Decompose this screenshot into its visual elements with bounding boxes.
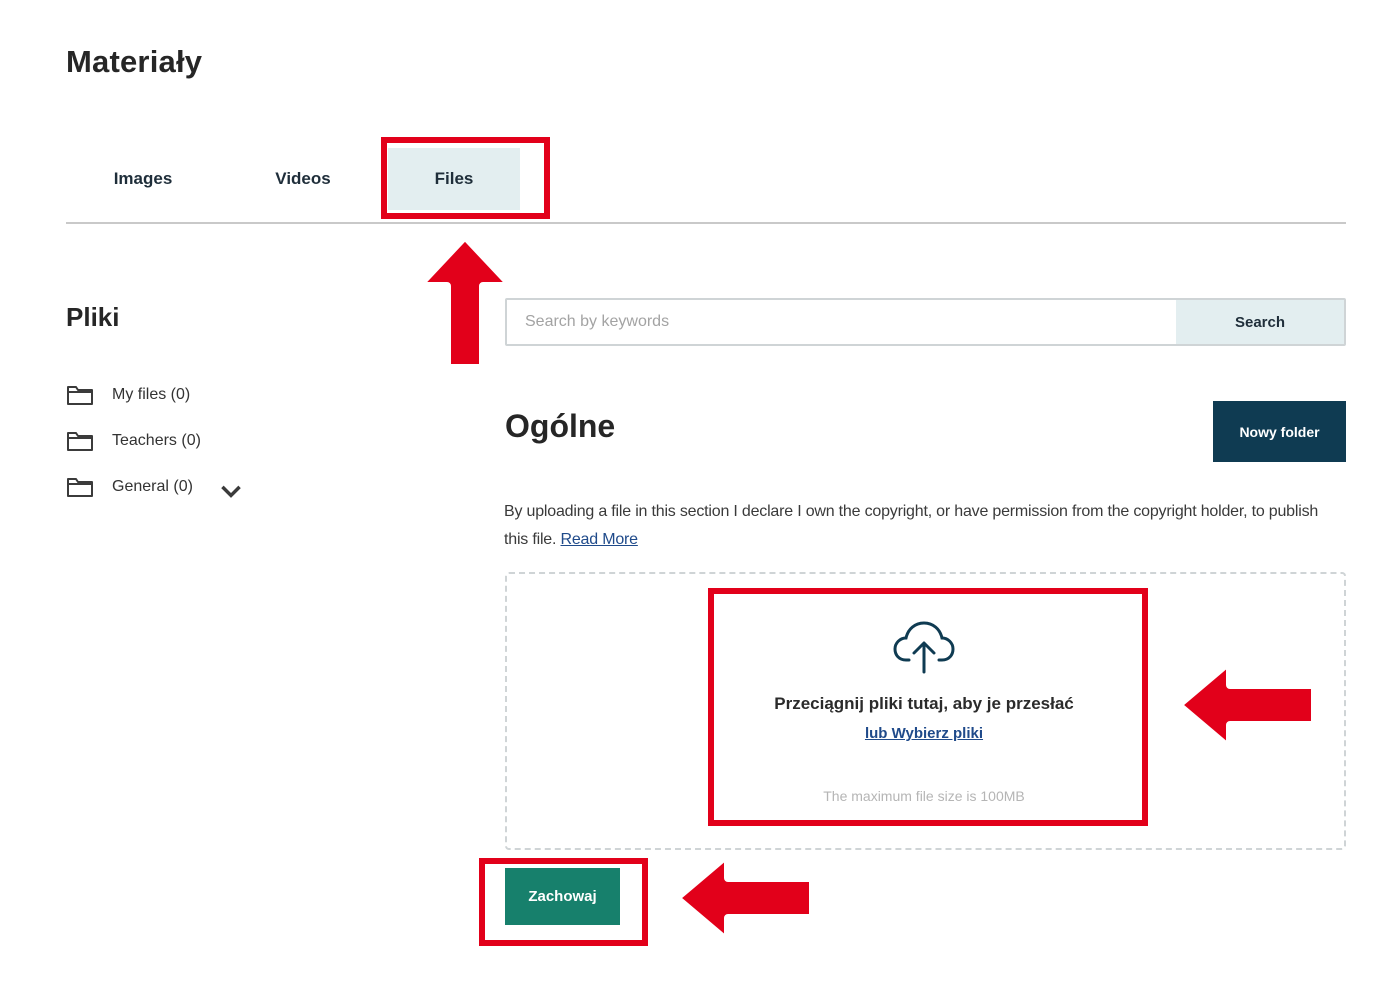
- sidebar-title: Pliki: [66, 302, 120, 332]
- tab-images[interactable]: Images: [78, 148, 208, 210]
- folder-item-teachers[interactable]: Teachers (0): [66, 418, 326, 464]
- folder-label: Teachers (0): [112, 432, 201, 449]
- arrow-left-icon: [672, 850, 817, 946]
- folder-list: My files (0) Teachers (0) General (0): [66, 372, 326, 510]
- search-bar: Search: [505, 298, 1346, 346]
- folder-item-general[interactable]: General (0): [66, 464, 326, 510]
- section-title: Ogólne: [505, 408, 616, 444]
- cloud-upload-icon: [893, 621, 955, 674]
- chevron-down-icon[interactable]: [217, 480, 241, 498]
- tab-videos[interactable]: Videos: [238, 148, 368, 210]
- folder-label: General (0): [112, 478, 193, 495]
- search-input[interactable]: [507, 300, 1176, 344]
- browse-files-link[interactable]: lub Wybierz pliki: [720, 725, 1128, 742]
- max-file-size-note: The maximum file size is 100MB: [823, 788, 1025, 804]
- copyright-notice: By uploading a file in this section I de…: [504, 498, 1344, 554]
- folder-icon: [67, 386, 93, 405]
- save-button[interactable]: Zachowaj: [505, 868, 620, 925]
- folder-icon: [67, 478, 93, 497]
- new-folder-button[interactable]: Nowy folder: [1213, 401, 1346, 462]
- folder-icon: [67, 432, 93, 451]
- arrow-up-icon: [414, 232, 516, 372]
- read-more-link[interactable]: Read More: [561, 531, 639, 548]
- media-tabs: Images Videos Files: [66, 140, 1346, 224]
- tab-files[interactable]: Files: [388, 148, 520, 210]
- folder-label: My files (0): [112, 386, 191, 403]
- dropzone-text: Przeciągnij pliki tutaj, aby je przesłać: [774, 694, 1074, 713]
- search-button[interactable]: Search: [1176, 300, 1344, 344]
- page-title: Materiały: [66, 44, 203, 79]
- folder-item-my-files[interactable]: My files (0): [66, 372, 326, 418]
